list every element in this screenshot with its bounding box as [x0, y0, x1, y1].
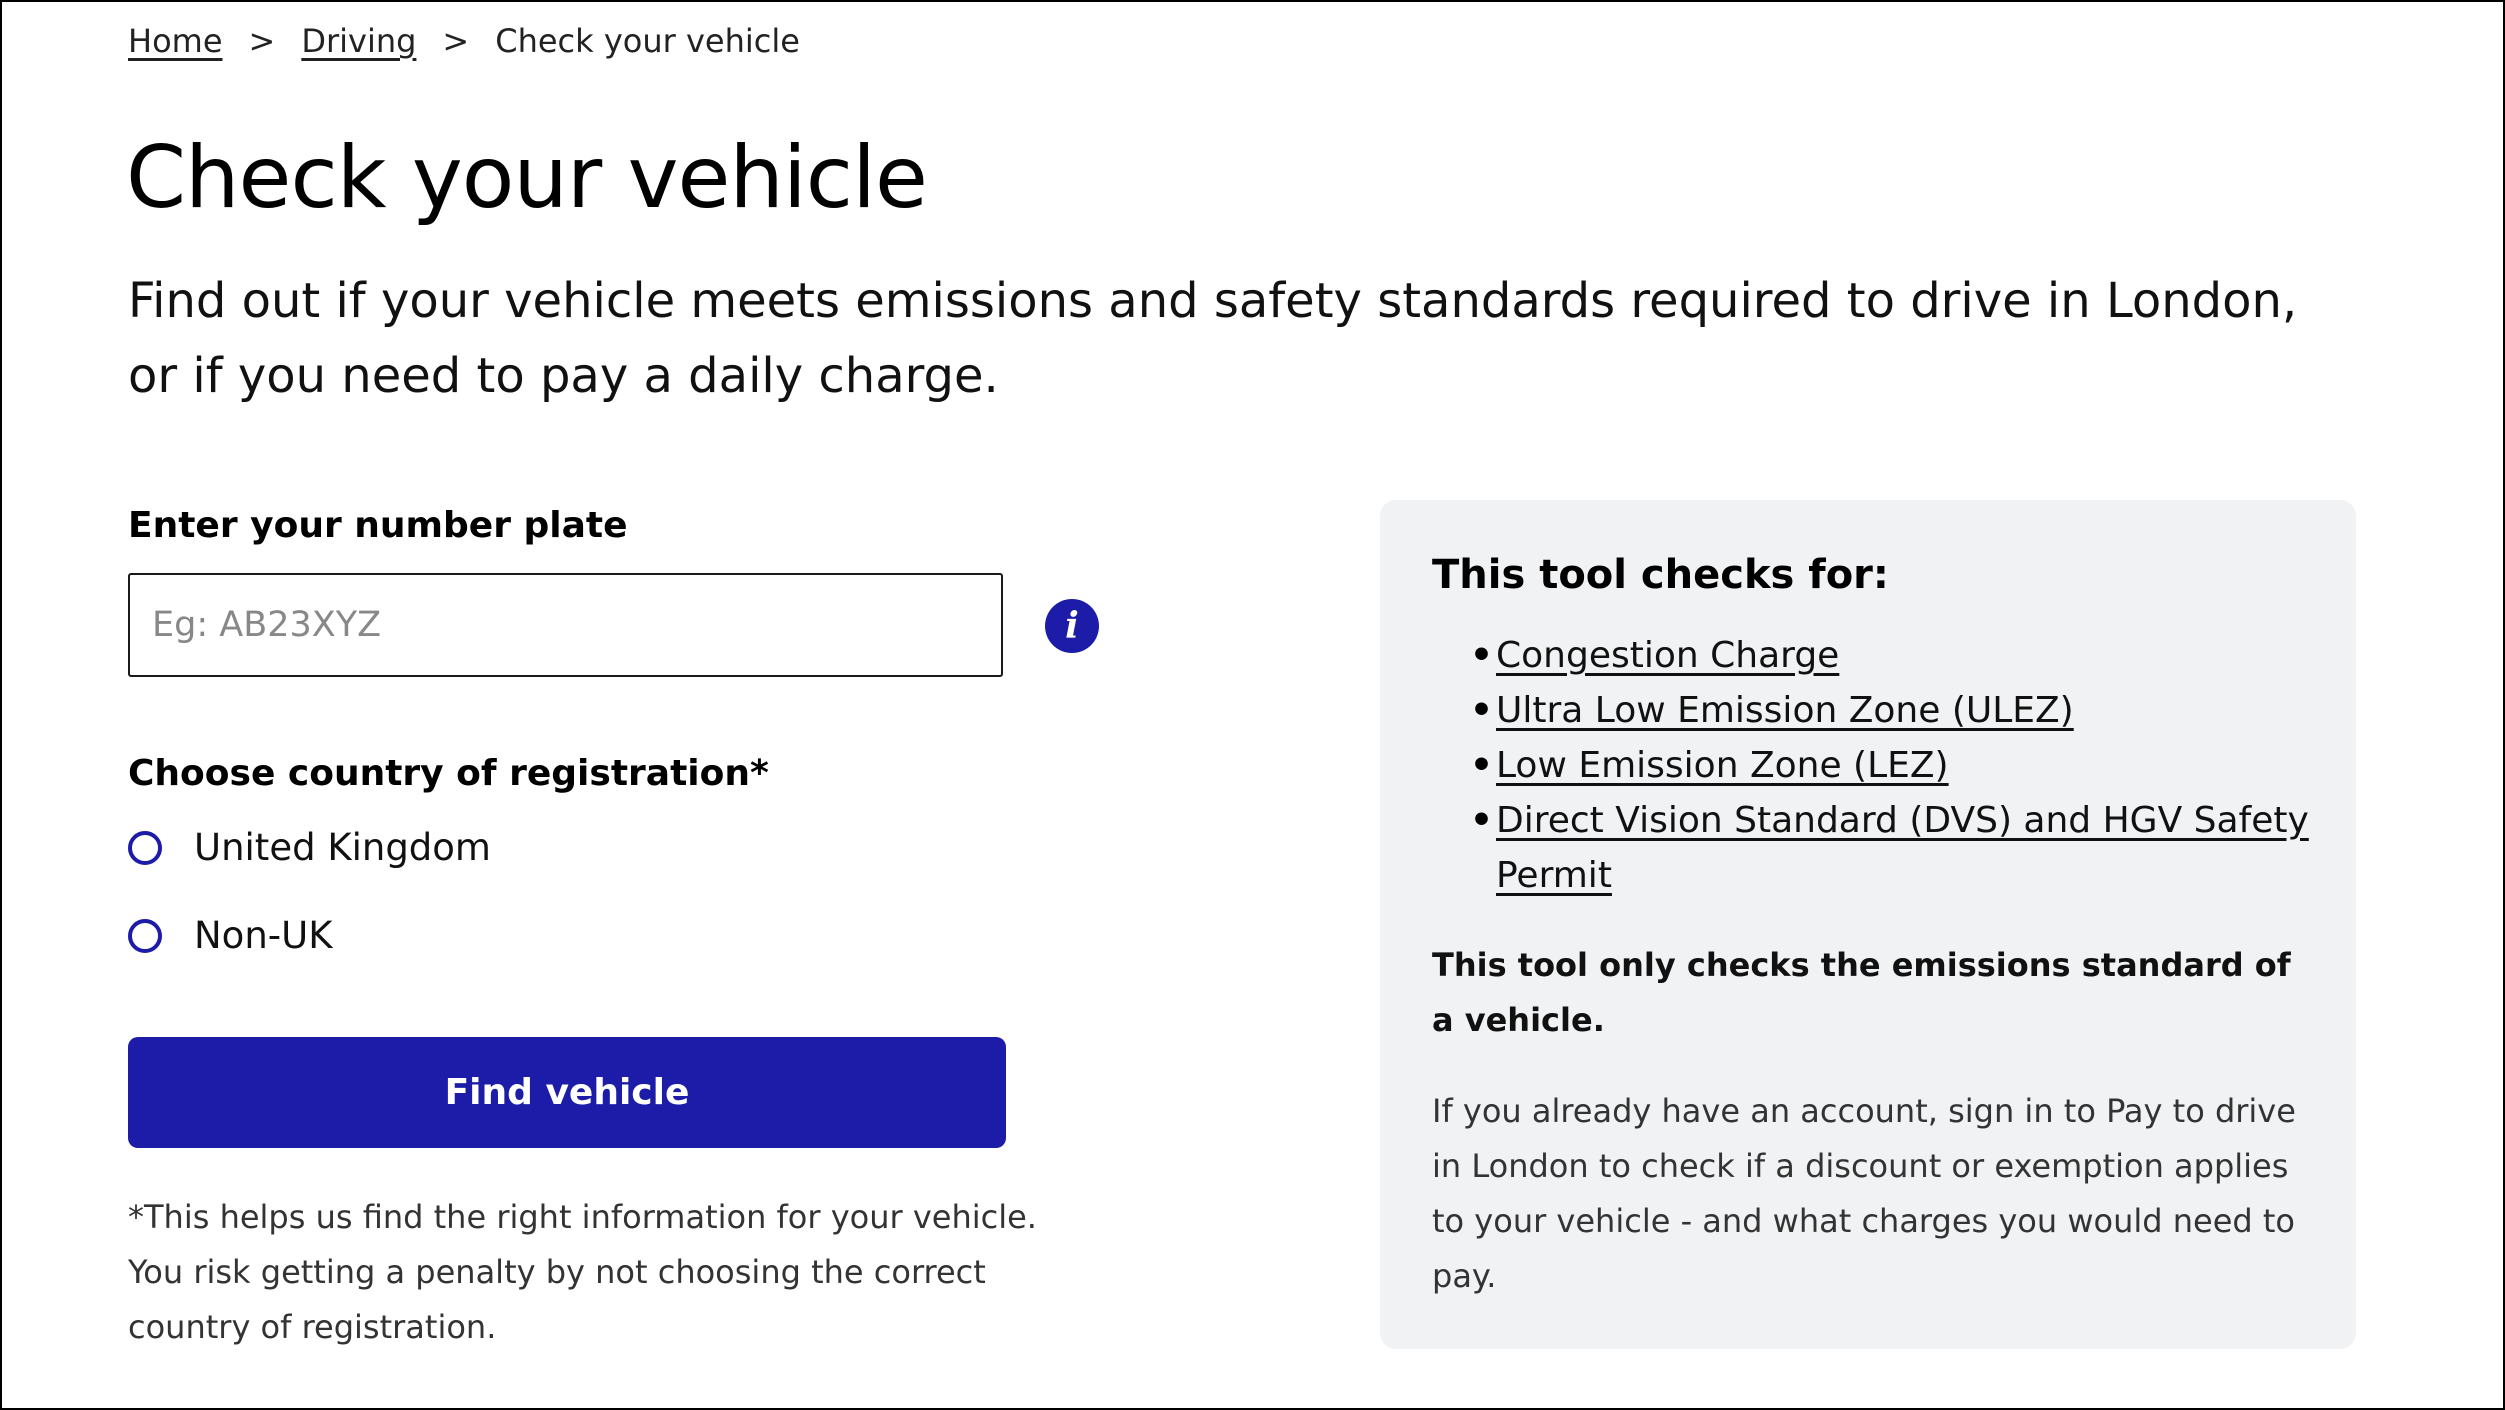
breadcrumb-current: Check your vehicle: [495, 22, 800, 60]
bullet-icon: •: [1470, 690, 1494, 731]
find-vehicle-button[interactable]: Find vehicle: [128, 1037, 1006, 1148]
radio-circle-icon[interactable]: [128, 830, 162, 865]
country-label: Choose country of registration*: [128, 753, 769, 794]
dvs-hgv-permit-link[interactable]: Direct Vision Standard (DVS) and HGV Saf…: [1496, 800, 2309, 896]
number-plate-input[interactable]: [128, 573, 1003, 677]
bullet-icon: •: [1470, 635, 1494, 676]
list-item: • Congestion Charge: [1470, 628, 2316, 683]
lez-link[interactable]: Low Emission Zone (LEZ): [1496, 745, 1949, 786]
radio-non-uk[interactable]: Non-UK: [128, 914, 332, 957]
list-item: • Direct Vision Standard (DVS) and HGV S…: [1470, 793, 2316, 903]
radio-label: United Kingdom: [194, 826, 491, 869]
list-item: • Ultra Low Emission Zone (ULEZ): [1470, 683, 2316, 738]
account-note: If you already have an account, sign in …: [1432, 1092, 2296, 1295]
checks-list: • Congestion Charge • Ultra Low Emission…: [1470, 628, 2316, 903]
congestion-charge-link[interactable]: Congestion Charge: [1496, 635, 1839, 676]
bullet-icon: •: [1470, 745, 1494, 786]
tool-info-panel: This tool checks for: • Congestion Charg…: [1380, 500, 2356, 1349]
page-intro: Find out if your vehicle meets emissions…: [128, 273, 2298, 404]
bullet-icon: •: [1470, 800, 1494, 841]
breadcrumb-home-link[interactable]: Home: [128, 22, 223, 60]
page-title: Check your vehicle: [126, 128, 928, 228]
registration-footnote: *This helps us find the right informatio…: [128, 1198, 1037, 1346]
info-icon[interactable]: i: [1045, 599, 1099, 653]
panel-heading: This tool checks for:: [1432, 552, 1889, 598]
breadcrumb-separator: >: [442, 22, 470, 60]
ulez-link[interactable]: Ultra Low Emission Zone (ULEZ): [1496, 690, 2074, 731]
breadcrumb: Home > Driving > Check your vehicle: [128, 22, 800, 60]
emissions-only-note: This tool only checks the emissions stan…: [1432, 946, 2291, 1039]
list-item: • Low Emission Zone (LEZ): [1470, 738, 2316, 793]
radio-label: Non-UK: [194, 914, 333, 957]
radio-united-kingdom[interactable]: United Kingdom: [128, 826, 491, 869]
breadcrumb-separator: >: [248, 22, 276, 60]
radio-circle-icon[interactable]: [128, 918, 162, 953]
number-plate-label: Enter your number plate: [128, 505, 628, 546]
breadcrumb-driving-link[interactable]: Driving: [301, 22, 416, 60]
